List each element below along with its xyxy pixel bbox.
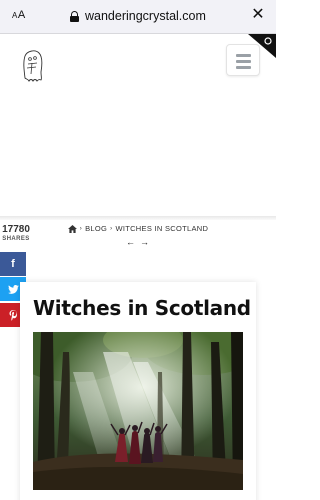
article-title: Witches in Scotland (33, 296, 251, 320)
corner-ribbon-icon[interactable] (248, 34, 276, 58)
previous-post-arrow-icon[interactable]: ← (126, 237, 135, 247)
pinterest-icon (9, 309, 17, 321)
facebook-icon: f (11, 258, 15, 270)
lock-icon (70, 10, 79, 22)
breadcrumb: › BLOG › WITCHES IN SCOTLAND (0, 224, 276, 233)
breadcrumb-blog-link[interactable]: BLOG (85, 224, 107, 233)
article-card: Witches in Scotland (20, 282, 256, 500)
home-icon[interactable] (67, 224, 77, 233)
ghost-logo-icon[interactable] (20, 48, 46, 82)
twitter-icon (7, 284, 19, 294)
header-divider (0, 216, 276, 220)
share-count-label: SHARES (2, 236, 30, 242)
url-text: wanderingcrystal.com (85, 9, 206, 23)
next-post-arrow-icon[interactable]: → (140, 237, 149, 247)
browser-address-bar: AA wanderingcrystal.com ✕ (0, 0, 276, 34)
breadcrumb-separator: › (110, 225, 113, 232)
text-size-label: A (17, 9, 26, 21)
site-header (0, 34, 276, 216)
breadcrumb-current: WITCHES IN SCOTLAND (115, 224, 209, 233)
post-navigation: ← → (126, 237, 149, 247)
breadcrumb-separator: › (79, 225, 83, 232)
text-size-button[interactable]: AA (12, 9, 26, 21)
url-field[interactable]: wanderingcrystal.com (70, 7, 206, 25)
article-hero-image[interactable] (33, 332, 243, 490)
facebook-share-button[interactable]: f (0, 252, 26, 276)
close-icon[interactable]: ✕ (249, 6, 267, 24)
